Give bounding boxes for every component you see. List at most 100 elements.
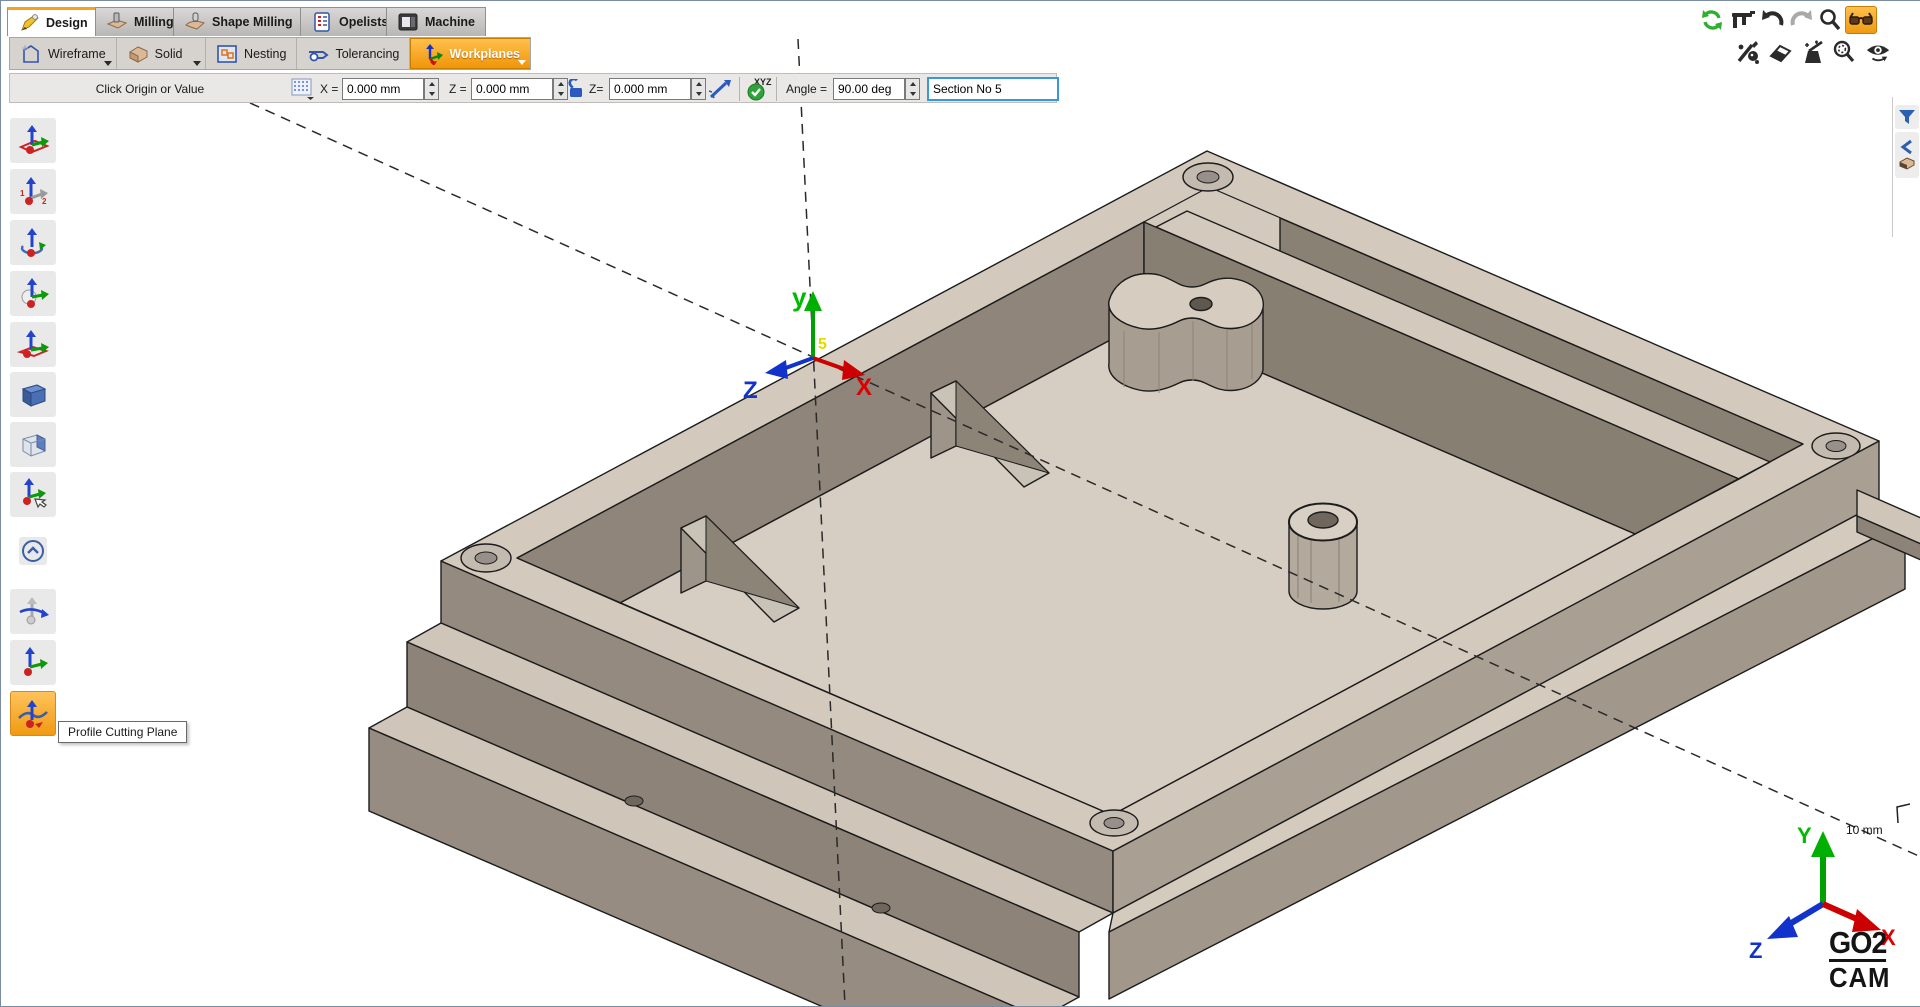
z2-input[interactable]: [609, 78, 691, 100]
tab-milling[interactable]: Milling: [95, 7, 185, 36]
filter-button[interactable]: [1895, 105, 1919, 129]
go2cam-logo: GO2 CAM: [1829, 927, 1890, 992]
tab-shape-milling[interactable]: Shape Milling: [173, 7, 304, 36]
sidebar-item-workplane-sphere[interactable]: [10, 271, 56, 316]
render-settings-button[interactable]: [1735, 39, 1761, 65]
undo-icon: [1760, 8, 1784, 32]
zoom-target-icon: [1831, 39, 1857, 65]
sidebar-item-workplane-rotate[interactable]: [10, 220, 56, 265]
regenerate-button[interactable]: [1699, 7, 1725, 33]
tolerancing-button[interactable]: Tolerancing: [297, 38, 410, 69]
tolerancing-label: Tolerancing: [335, 47, 399, 61]
tab-machine[interactable]: Machine: [386, 7, 486, 36]
lock-icon[interactable]: [564, 79, 586, 99]
sidebar-collapse-button[interactable]: [19, 537, 47, 565]
nesting-label: Nesting: [244, 47, 286, 61]
visibility-button[interactable]: [1865, 39, 1891, 65]
workplane-rotate-icon: [15, 225, 51, 261]
section-name-input[interactable]: [927, 77, 1059, 101]
tab-bar: Design Milling Shape Milling Opelists: [1, 1, 1920, 37]
workplane-on-plane-icon: [15, 123, 51, 159]
sidebar-item-workplane-flip[interactable]: [10, 322, 56, 367]
scale-indicator: 10 mm: [1846, 804, 1910, 837]
sidebar-item-axis-swap[interactable]: [10, 589, 56, 634]
x-input[interactable]: [342, 78, 424, 100]
boss-hole: [1190, 298, 1212, 311]
glasses-icon: [1848, 10, 1874, 30]
svg-text:1: 1: [20, 189, 25, 198]
axis-triad-icon: [15, 645, 51, 681]
workplane-two-points-icon: 1 2: [15, 174, 51, 210]
sidebar-item-axis-triad[interactable]: [10, 640, 56, 685]
right-panel-border: [1892, 97, 1893, 237]
wireframe-button[interactable]: Wireframe: [10, 38, 117, 69]
pick-direction-icon[interactable]: [707, 78, 733, 100]
solid-cube-icon: [15, 377, 51, 413]
workplane-pick-icon: [15, 477, 51, 513]
magic-hide-button[interactable]: [1800, 39, 1826, 65]
angle-spinner[interactable]: [905, 78, 920, 100]
wireframe-icon: [20, 43, 42, 65]
z-field-label: Z =: [449, 82, 467, 96]
origin-x-label: X: [856, 374, 872, 401]
cylinder-hole: [1308, 512, 1338, 528]
shape-milling-tool-icon: [184, 11, 206, 33]
x-field-label: X =: [320, 82, 338, 96]
workplane-flip-plane-icon: [15, 327, 51, 363]
tab-label: Shape Milling: [212, 15, 293, 29]
tab-label: Milling: [134, 15, 174, 29]
workplanes-button[interactable]: Workplanes: [410, 38, 530, 69]
tab-design[interactable]: Design: [7, 7, 99, 36]
workplane-toolbar: Click Origin or Value X = Z = Z= X: [9, 73, 1057, 103]
sidebar-item-profile-cutting-plane[interactable]: [10, 691, 56, 736]
nesting-button[interactable]: Nesting: [206, 38, 297, 69]
xyz-validate-icon[interactable]: XYZ: [746, 76, 774, 102]
zoom-button[interactable]: [1817, 7, 1843, 33]
panel-expand-button[interactable]: [1895, 132, 1919, 178]
scale-label: 10 mm: [1846, 823, 1883, 837]
prompt-label: Click Origin or Value: [10, 82, 290, 96]
tooltip: Profile Cutting Plane: [58, 721, 187, 743]
z2-spinner[interactable]: [691, 78, 706, 100]
z2-field-label: Z=: [589, 82, 603, 96]
measure-button[interactable]: [1730, 7, 1756, 33]
solid-button[interactable]: Solid: [117, 38, 206, 69]
z-input[interactable]: [471, 78, 553, 100]
sidebar-item-transparent-view[interactable]: [10, 422, 56, 467]
undo-button[interactable]: [1759, 7, 1785, 33]
part-3d-view[interactable]: y 5 X Z 10 mm Y Z X: [1, 1, 1920, 1006]
sidebar-item-workplane-pick[interactable]: [10, 472, 56, 517]
tab-label: Design: [46, 16, 88, 30]
redo-button[interactable]: [1789, 7, 1815, 33]
workplane-sphere-icon: [15, 276, 51, 312]
sidebar-item-workplane-two-points[interactable]: 1 2: [10, 169, 56, 214]
ribbon-group-bar: Wireframe Solid Nesting Toleranci: [9, 37, 531, 70]
solid-icon: [127, 43, 149, 65]
chevron-down-icon[interactable]: [518, 60, 526, 65]
nav-z-label: Z: [1749, 938, 1762, 963]
view-mode-button[interactable]: [1845, 6, 1877, 34]
nesting-icon: [216, 43, 238, 65]
collapse-chevron-icon: [21, 539, 45, 563]
chevron-down-icon[interactable]: [104, 61, 112, 66]
grid-snap-icon[interactable]: [291, 78, 315, 100]
magnifier-icon: [1818, 8, 1842, 32]
workplanes-label: Workplanes: [449, 47, 520, 61]
wireframe-label: Wireframe: [48, 47, 106, 61]
x-spinner[interactable]: [424, 78, 439, 100]
chevron-down-icon[interactable]: [193, 61, 201, 66]
milling-tool-icon: [106, 11, 128, 33]
sidebar-item-solid-view[interactable]: [10, 372, 56, 417]
sidebar-item-workplane-on-plane[interactable]: [10, 118, 56, 163]
tab-opelists[interactable]: Opelists: [300, 7, 399, 36]
operation-list-icon: [311, 11, 333, 33]
zoom-selection-button[interactable]: [1831, 39, 1857, 65]
angle-input[interactable]: [833, 78, 905, 100]
erase-button[interactable]: [1767, 39, 1793, 65]
solid-label: Solid: [155, 47, 183, 61]
nav-y-label: Y: [1797, 823, 1812, 848]
machine-icon: [397, 11, 419, 33]
tab-label: Machine: [425, 15, 475, 29]
workplanes-icon: [421, 43, 443, 65]
logo-line1: GO2: [1829, 927, 1886, 962]
